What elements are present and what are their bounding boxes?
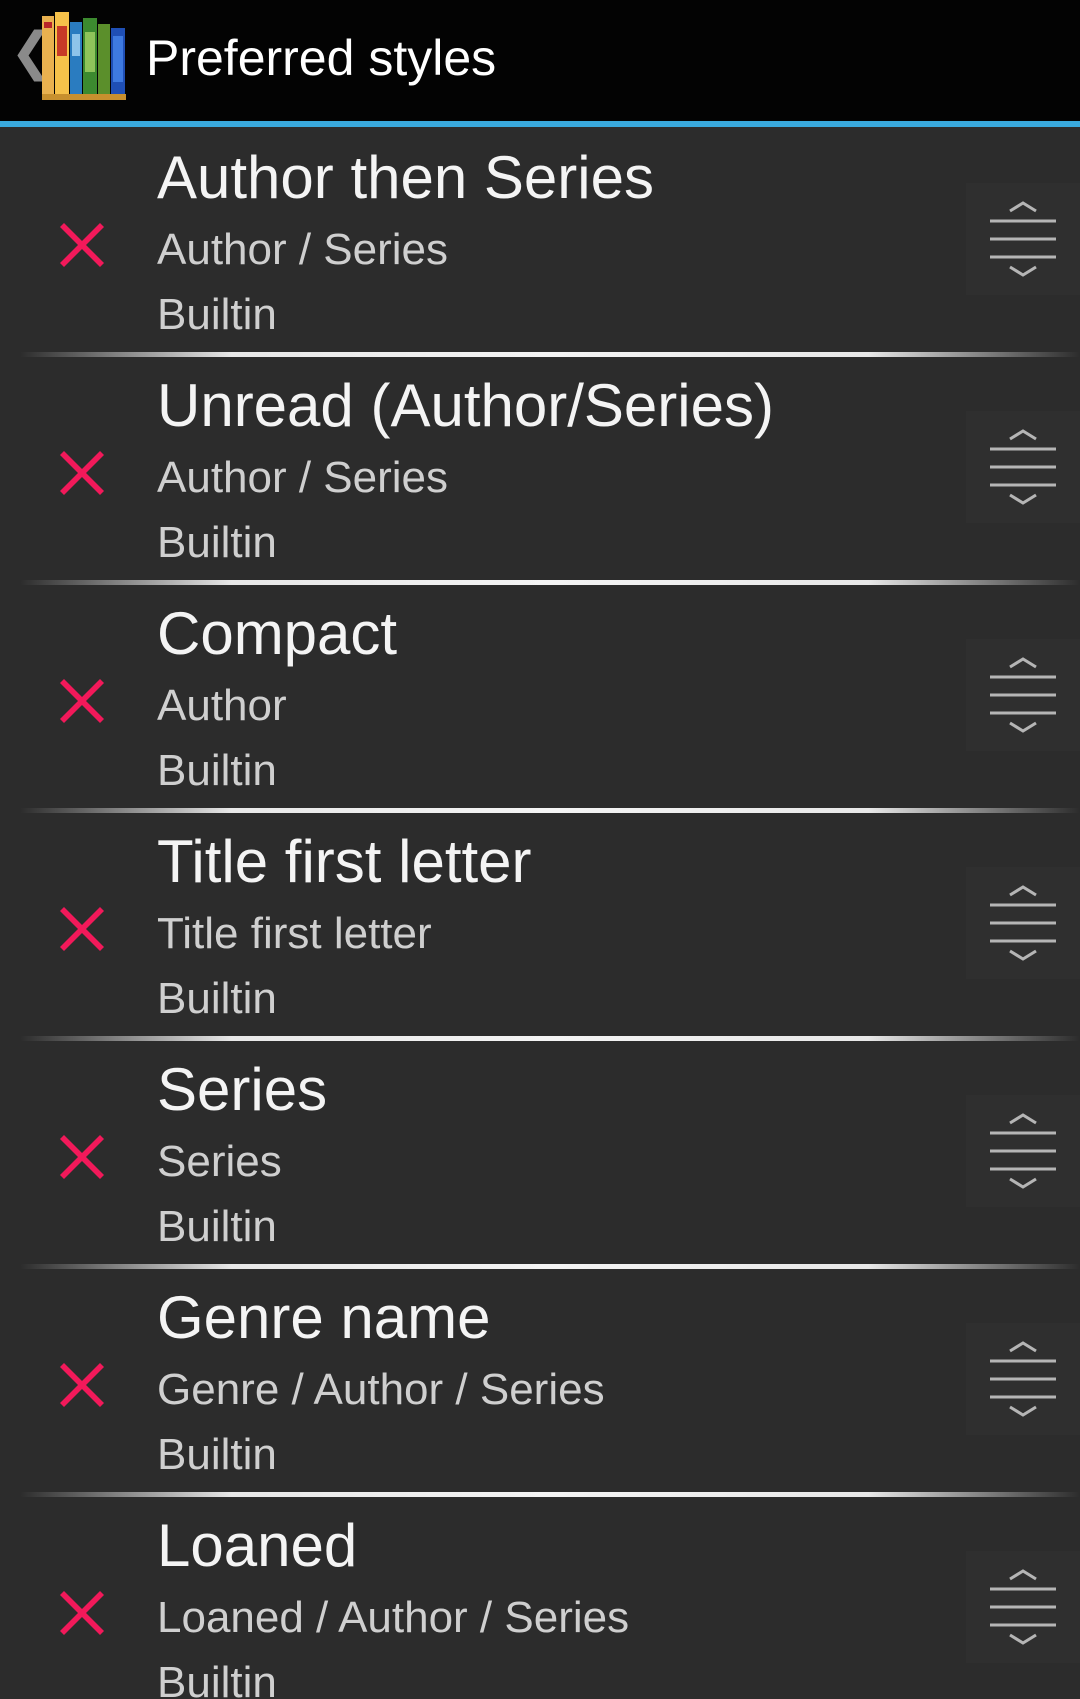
delete-icon[interactable] <box>56 903 108 955</box>
drag-handle-icon[interactable] <box>966 411 1080 523</box>
style-kind: Builtin <box>157 1430 277 1479</box>
style-groups: Loaned / Author / Series <box>157 1593 630 1642</box>
style-name: Compact <box>157 600 398 667</box>
style-groups: Author / Series <box>157 453 449 502</box>
delete-icon[interactable] <box>56 447 108 499</box>
page-title: Preferred styles <box>146 30 497 86</box>
delete-icon[interactable] <box>56 675 108 727</box>
style-kind: Builtin <box>157 1202 277 1251</box>
list-item[interactable]: Loaned Loaned / Author / Series Builtin <box>0 1495 1080 1699</box>
drag-handle-icon[interactable] <box>966 183 1080 295</box>
list-item[interactable]: Compact Author Builtin <box>0 583 1080 813</box>
list-item[interactable]: Series Series Builtin <box>0 1039 1080 1269</box>
style-name: Author then Series <box>157 144 654 211</box>
style-groups: Author / Series <box>157 225 449 274</box>
style-name: Series <box>157 1056 328 1123</box>
style-groups: Title first letter <box>157 909 432 958</box>
style-name: Genre name <box>157 1284 491 1351</box>
bookshelf-icon[interactable] <box>42 12 126 100</box>
style-kind: Builtin <box>157 974 277 1023</box>
style-name: Loaned <box>157 1512 358 1579</box>
style-name: Title first letter <box>157 828 532 895</box>
delete-icon[interactable] <box>56 219 108 271</box>
styles-list: Author then Series Author / Series Built… <box>0 127 1080 1699</box>
drag-handle-icon[interactable] <box>966 1095 1080 1207</box>
style-groups: Author <box>157 681 287 730</box>
delete-icon[interactable] <box>56 1131 108 1183</box>
style-groups: Series <box>157 1137 282 1186</box>
style-name: Unread (Author/Series) <box>157 372 774 439</box>
delete-icon[interactable] <box>56 1587 108 1639</box>
list-item[interactable]: Author then Series Author / Series Built… <box>0 127 1080 357</box>
chevron-left-icon[interactable]: ❮ <box>10 26 54 78</box>
list-item[interactable]: Title first letter Title first letter Bu… <box>0 811 1080 1041</box>
delete-icon[interactable] <box>56 1359 108 1411</box>
drag-handle-icon[interactable] <box>966 867 1080 979</box>
action-bar: ❮ Preferred styles <box>0 0 1080 121</box>
style-kind: Builtin <box>157 290 277 339</box>
drag-handle-icon[interactable] <box>966 1551 1080 1663</box>
drag-handle-icon[interactable] <box>966 1323 1080 1435</box>
style-kind: Builtin <box>157 1658 277 1699</box>
style-kind: Builtin <box>157 746 277 795</box>
list-item[interactable]: Unread (Author/Series) Author / Series B… <box>0 355 1080 585</box>
style-kind: Builtin <box>157 518 277 567</box>
drag-handle-icon[interactable] <box>966 639 1080 751</box>
list-item[interactable]: Genre name Genre / Author / Series Built… <box>0 1267 1080 1497</box>
style-groups: Genre / Author / Series <box>157 1365 605 1414</box>
